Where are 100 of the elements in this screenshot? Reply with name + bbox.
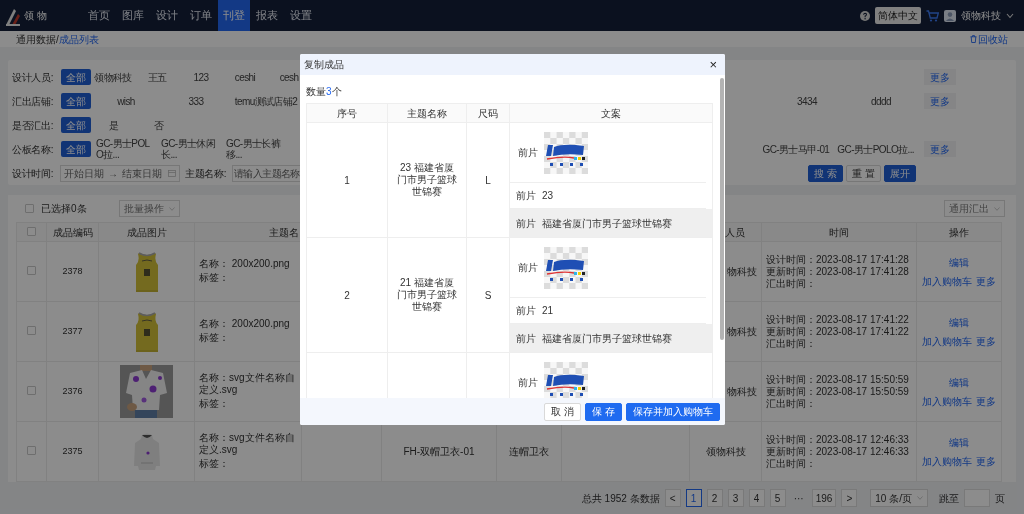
filter-option[interactable]: 领物科技	[91, 69, 135, 85]
checkbox[interactable]	[25, 204, 34, 213]
prev-page-button[interactable]: <	[664, 489, 681, 507]
filter-option[interactable]: temu测试店铺2	[231, 93, 301, 109]
copy-label: 前片	[516, 331, 536, 346]
copy-label: 前片	[518, 146, 538, 160]
size-value: L	[485, 174, 491, 186]
time-line: 汇出时间：	[766, 457, 816, 470]
scrollbar[interactable]	[720, 78, 724, 340]
nav-tab[interactable]: 设计	[150, 0, 184, 31]
page-button[interactable]: 3	[727, 489, 744, 507]
page-button[interactable]: 1	[685, 489, 702, 507]
chevron-down-icon[interactable]	[1006, 12, 1014, 19]
more-link[interactable]: 更多	[976, 333, 996, 349]
filter-option[interactable]: 全部	[61, 141, 91, 157]
logo-text: 领 物	[24, 9, 47, 23]
page-button[interactable]: 5	[769, 489, 786, 507]
checkbox[interactable]	[27, 446, 36, 455]
nav-tab[interactable]: 报表	[250, 0, 284, 31]
nav-tab[interactable]: 设置	[284, 0, 318, 31]
add-to-cart-link[interactable]: 加入购物车	[922, 453, 972, 469]
checkbox[interactable]	[27, 226, 36, 236]
more-button[interactable]: 更多	[924, 93, 956, 109]
filter-option[interactable]: 333	[161, 93, 231, 109]
size-value: S	[484, 289, 492, 301]
close-button[interactable]: ×	[709, 58, 717, 71]
column-header: 时间	[829, 226, 849, 238]
page-size-dropdown[interactable]: 10 条/页	[870, 489, 928, 507]
filter-option[interactable]: 全部	[61, 69, 91, 85]
filter-option[interactable]: cesh	[267, 69, 311, 85]
filter-option[interactable]: 全部	[61, 117, 91, 133]
filter-option[interactable]: 否	[136, 117, 181, 133]
recycle-bin-link[interactable]: 回收站	[978, 31, 1008, 47]
export-dropdown[interactable]: 通用汇出	[944, 200, 1005, 217]
nav-tab[interactable]: 首页	[82, 0, 116, 31]
column-header: 成品图片	[126, 226, 167, 238]
help-icon[interactable]	[860, 10, 870, 21]
language-button[interactable]: 简体中文	[875, 7, 921, 24]
user-name[interactable]: 领物科技	[961, 8, 1001, 23]
filter-option[interactable]: dddd	[846, 93, 916, 109]
add-to-cart-link[interactable]: 加入购物车	[922, 273, 972, 289]
filter-option[interactable]: 是	[91, 117, 136, 133]
time-line: 设计时间：2023-08-17 17:41:28	[766, 253, 909, 266]
filter-option[interactable]: GC-男士POLO拉...	[835, 141, 916, 157]
product-code: 2377	[62, 325, 83, 336]
time-line: 设计时间：2023-08-17 15:50:59	[766, 373, 909, 386]
edit-link[interactable]: 编辑	[949, 434, 969, 450]
more-button[interactable]: 更多	[924, 69, 956, 85]
add-to-cart-link[interactable]: 加入购物车	[922, 393, 972, 409]
filter-option[interactable]: GC-男士长裤移...	[224, 138, 286, 160]
filter-option[interactable]: 3434	[772, 93, 842, 109]
nav-tab[interactable]: 订单	[184, 0, 218, 31]
filter-option[interactable]: 王五	[135, 69, 179, 85]
nav-tab[interactable]: 刊登	[218, 0, 250, 31]
breadcrumb-item[interactable]: 成品列表	[58, 31, 99, 47]
page-button[interactable]: 196	[811, 489, 837, 507]
date-range-field[interactable]: 开始日期 → 结束日期	[60, 164, 180, 182]
more-link[interactable]: 更多	[976, 453, 996, 469]
cart-icon[interactable]	[926, 9, 939, 22]
dialog-button[interactable]: 取 消	[544, 402, 582, 421]
edit-link[interactable]: 编辑	[949, 314, 969, 330]
more-link[interactable]: 更多	[976, 393, 996, 409]
next-page-button[interactable]: >	[841, 489, 858, 507]
trash-icon[interactable]	[970, 35, 977, 43]
filter-option[interactable]: GC-男士POLO拉...	[94, 138, 156, 160]
column-header: 成品编码	[52, 226, 93, 238]
batch-dropdown[interactable]: 批量操作	[118, 200, 180, 217]
dialog-button[interactable]: 保 存	[585, 402, 622, 421]
add-to-cart-link[interactable]: 加入购物车	[922, 333, 972, 349]
nav-tab[interactable]: 图库	[116, 0, 150, 31]
checkbox[interactable]	[27, 326, 36, 335]
more-link[interactable]: 更多	[976, 273, 996, 289]
page-button[interactable]: 4	[748, 489, 765, 507]
row-number: 1	[344, 174, 350, 186]
checkbox[interactable]	[27, 266, 36, 275]
breadcrumb-item[interactable]: 通用数据	[16, 31, 56, 47]
filter-option[interactable]: 全部	[61, 93, 91, 109]
filter-option[interactable]: 123	[179, 69, 223, 85]
more-button[interactable]: 更多	[924, 141, 956, 157]
designer-name: 物科技	[727, 266, 757, 277]
filter-label: 公板名称:	[12, 142, 55, 157]
dialog-button[interactable]: 保存并加入购物车	[626, 402, 720, 421]
time-line: 更新时间：2023-08-17 12:46:33	[766, 445, 909, 458]
filter-option[interactable]: GC-男士休闲长...	[159, 138, 221, 160]
filter-option[interactable]: ceshi	[223, 69, 267, 85]
copy-label: 前片	[516, 189, 536, 203]
time-line: 更新时间：2023-08-17 15:50:59	[766, 385, 909, 398]
filter-option[interactable]: GC-男士马甲-01	[760, 141, 832, 157]
more-pages-button[interactable]: ···	[790, 489, 807, 507]
time-line: 汇出时间：	[766, 337, 816, 350]
edit-link[interactable]: 编辑	[949, 254, 969, 270]
edit-link[interactable]: 编辑	[949, 374, 969, 390]
filter-button[interactable]: 展开	[884, 164, 916, 182]
category-name: 连帽卫衣	[509, 446, 549, 457]
filter-button[interactable]: 搜 索	[808, 164, 844, 182]
filter-option[interactable]: wish	[91, 93, 161, 109]
checkbox[interactable]	[27, 386, 36, 395]
filter-button[interactable]: 重 置	[846, 164, 881, 182]
file-name: 名称：svg文件名称自定义.svg	[199, 432, 296, 456]
page-button[interactable]: 2	[706, 489, 723, 507]
